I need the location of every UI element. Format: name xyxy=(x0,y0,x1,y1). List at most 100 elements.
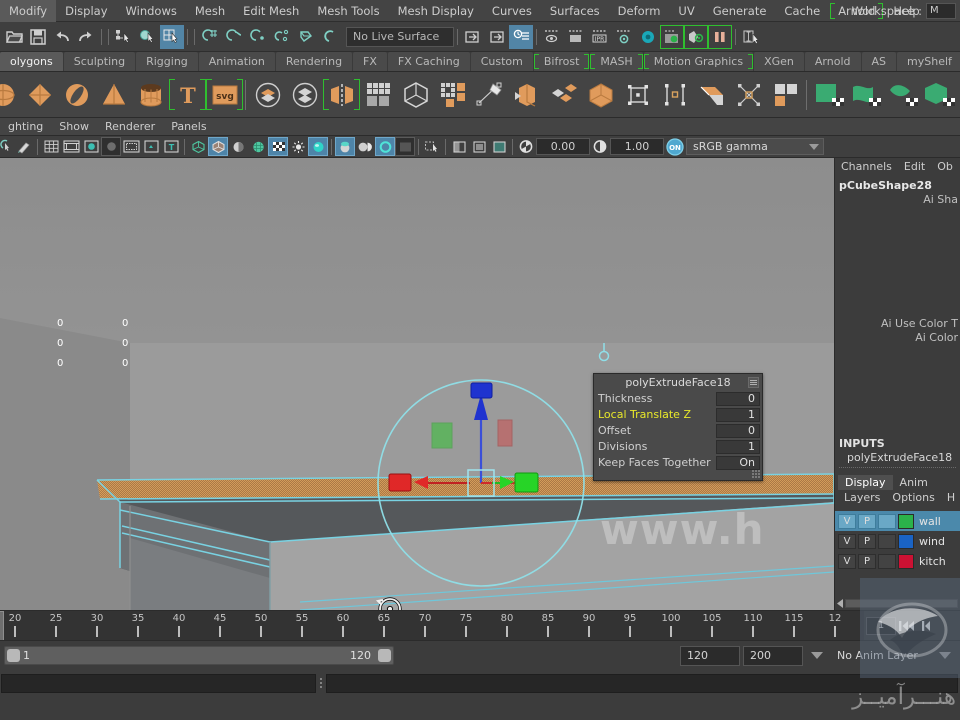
poly-append-icon[interactable] xyxy=(656,76,693,113)
tool-value-divisions[interactable]: 1 xyxy=(716,440,760,454)
poly-svg-icon[interactable]: svg xyxy=(206,76,243,113)
poly-quad-draw-icon[interactable] xyxy=(693,76,730,113)
resolution-gate-icon[interactable] xyxy=(81,137,101,156)
color-space-dropdown[interactable]: sRGB gamma xyxy=(686,138,824,155)
ipr-render-icon[interactable]: IPR xyxy=(588,25,612,49)
poly-bridge-icon[interactable] xyxy=(582,76,619,113)
nurbs-surface-icon[interactable] xyxy=(847,76,884,113)
shelf-tab-custom[interactable]: Custom xyxy=(470,52,533,71)
separate-icon[interactable] xyxy=(286,76,323,113)
anim-layer-dropdown[interactable]: No Anim Layer xyxy=(831,645,931,666)
anim-layer-chevron-icon[interactable] xyxy=(934,646,956,666)
grid-icon[interactable] xyxy=(41,137,61,156)
depth-of-field-icon[interactable] xyxy=(375,137,395,156)
panel-menu-lighting[interactable]: ghting xyxy=(0,118,51,136)
layer-menu-layers[interactable]: Layers xyxy=(838,490,886,505)
menu-item-uv[interactable]: UV xyxy=(669,0,703,22)
layer-name-wall[interactable]: wall xyxy=(916,515,941,528)
snap-projected-icon[interactable] xyxy=(270,25,294,49)
layer-display-type-toggle[interactable] xyxy=(878,553,896,569)
menu-item-surfaces[interactable]: Surfaces xyxy=(541,0,609,22)
poly-sphere-icon[interactable] xyxy=(0,76,21,113)
gamma-toggle-icon[interactable]: ON xyxy=(664,137,686,156)
layer-row-kitchen[interactable]: V P kitch xyxy=(835,551,960,571)
render-settings-icon[interactable] xyxy=(612,25,636,49)
shelf-tab-mash[interactable]: MASH xyxy=(590,52,643,71)
shelf-tab-animation[interactable]: Animation xyxy=(198,52,275,71)
xray-active-icon[interactable] xyxy=(489,137,509,156)
shelf-tab-motion-graphics[interactable]: Motion Graphics xyxy=(643,52,754,71)
poly-plane-icon[interactable] xyxy=(21,76,58,113)
shelf-tab-rigging[interactable]: Rigging xyxy=(136,52,198,71)
scroll-thumb[interactable] xyxy=(845,599,958,608)
select-hierarchy-icon[interactable] xyxy=(112,25,136,49)
shadows-icon[interactable] xyxy=(288,137,308,156)
poly-fill-hole-icon[interactable] xyxy=(619,76,656,113)
layer-visibility-toggle[interactable]: V xyxy=(838,533,856,549)
layer-visibility-toggle[interactable]: V xyxy=(838,513,856,529)
layer-list-scrollbar[interactable] xyxy=(835,597,960,610)
playback-end-field[interactable]: 120 xyxy=(680,645,740,666)
xray-icon[interactable] xyxy=(449,137,469,156)
menu-item-modify[interactable]: Modify xyxy=(0,0,57,22)
menu-item-cache[interactable]: Cache xyxy=(775,0,829,22)
input-field-icon[interactable] xyxy=(739,25,763,49)
snap-grid-icon[interactable] xyxy=(198,25,222,49)
menu-item-mesh-display[interactable]: Mesh Display xyxy=(389,0,483,22)
shelf-tab-polygons[interactable]: olygons xyxy=(0,52,63,71)
layer-row-window[interactable]: V P wind xyxy=(835,531,960,551)
lights-icon[interactable] xyxy=(268,137,288,156)
tool-value-keep-faces-together[interactable]: On xyxy=(716,456,760,470)
nurbs-curve-icon[interactable] xyxy=(884,76,921,113)
shelf-tab-sculpting[interactable]: Sculpting xyxy=(63,52,136,71)
go-to-start-icon[interactable] xyxy=(896,615,916,637)
timeline-current-frame-indicator[interactable] xyxy=(0,611,4,640)
channel-menu-edit[interactable]: Edit xyxy=(898,158,931,176)
mirror-icon[interactable] xyxy=(323,76,360,113)
poly-cone-icon[interactable] xyxy=(95,76,132,113)
command-line-grip[interactable] xyxy=(316,674,326,693)
command-history-field[interactable] xyxy=(1,673,316,693)
tool-value-thickness[interactable]: 0 xyxy=(716,392,760,406)
menu-item-curves[interactable]: Curves xyxy=(483,0,541,22)
gamma-icon[interactable] xyxy=(590,137,610,156)
bevel-icon[interactable] xyxy=(471,76,508,113)
screen-space-ao-icon[interactable] xyxy=(308,137,328,156)
textured-icon[interactable] xyxy=(248,137,268,156)
field-chart-icon[interactable] xyxy=(121,137,141,156)
xray-joints-icon[interactable] xyxy=(469,137,489,156)
playback-range-bar[interactable]: 1 120 xyxy=(4,646,394,665)
tool-settings-resize-grip[interactable] xyxy=(752,470,760,478)
command-input-field[interactable] xyxy=(326,673,958,693)
range-start-handle[interactable] xyxy=(7,649,20,662)
attribute-editor-icon[interactable] xyxy=(509,24,533,49)
snap-curve-icon[interactable] xyxy=(222,25,246,49)
menu-item-mesh-tools[interactable]: Mesh Tools xyxy=(308,0,388,22)
poly-cylinder-icon[interactable] xyxy=(132,76,169,113)
menu-item-deform[interactable]: Deform xyxy=(609,0,670,22)
panel-menu-panels[interactable]: Panels xyxy=(163,118,214,136)
open-editor-icon[interactable] xyxy=(461,25,485,49)
layer-color-swatch[interactable] xyxy=(898,513,914,529)
exposure-field[interactable]: 0.00 xyxy=(536,138,590,155)
poly-quad-icon[interactable] xyxy=(767,76,804,113)
shelf-tab-as[interactable]: AS xyxy=(861,52,897,71)
tool-row-keep-faces-together[interactable]: Keep Faces Together On xyxy=(598,455,760,471)
channel-menu-channels[interactable]: Channels xyxy=(835,158,898,176)
channel-attr-ai-use-color[interactable]: Ai Use Color T xyxy=(835,317,960,331)
poly-extrude-face-tool-settings[interactable]: polyExtrudeFace18 Thickness 0 Local Tran… xyxy=(593,373,763,481)
nurbs-plane-icon[interactable] xyxy=(810,76,847,113)
wedge-icon[interactable] xyxy=(545,76,582,113)
tool-row-local-translate-z[interactable]: Local Translate Z 1 xyxy=(598,407,760,423)
live-surface-field[interactable]: No Live Surface xyxy=(346,26,454,47)
motion-blur-icon[interactable] xyxy=(335,137,355,156)
panel-menu-renderer[interactable]: Renderer xyxy=(97,118,163,136)
shelf-tab-myshelf[interactable]: myShelf xyxy=(897,52,960,71)
channel-box-input-polyextrudeface[interactable]: polyExtrudeFace18 xyxy=(835,451,960,465)
channel-menu-object[interactable]: Ob xyxy=(931,158,959,176)
arnold-abort-icon[interactable] xyxy=(708,24,732,49)
shelf-tab-bifrost[interactable]: Bifrost xyxy=(533,52,590,71)
menu-item-mesh[interactable]: Mesh xyxy=(186,0,234,22)
multi-cut-icon[interactable] xyxy=(434,76,471,113)
tool-row-offset[interactable]: Offset 0 xyxy=(598,423,760,439)
